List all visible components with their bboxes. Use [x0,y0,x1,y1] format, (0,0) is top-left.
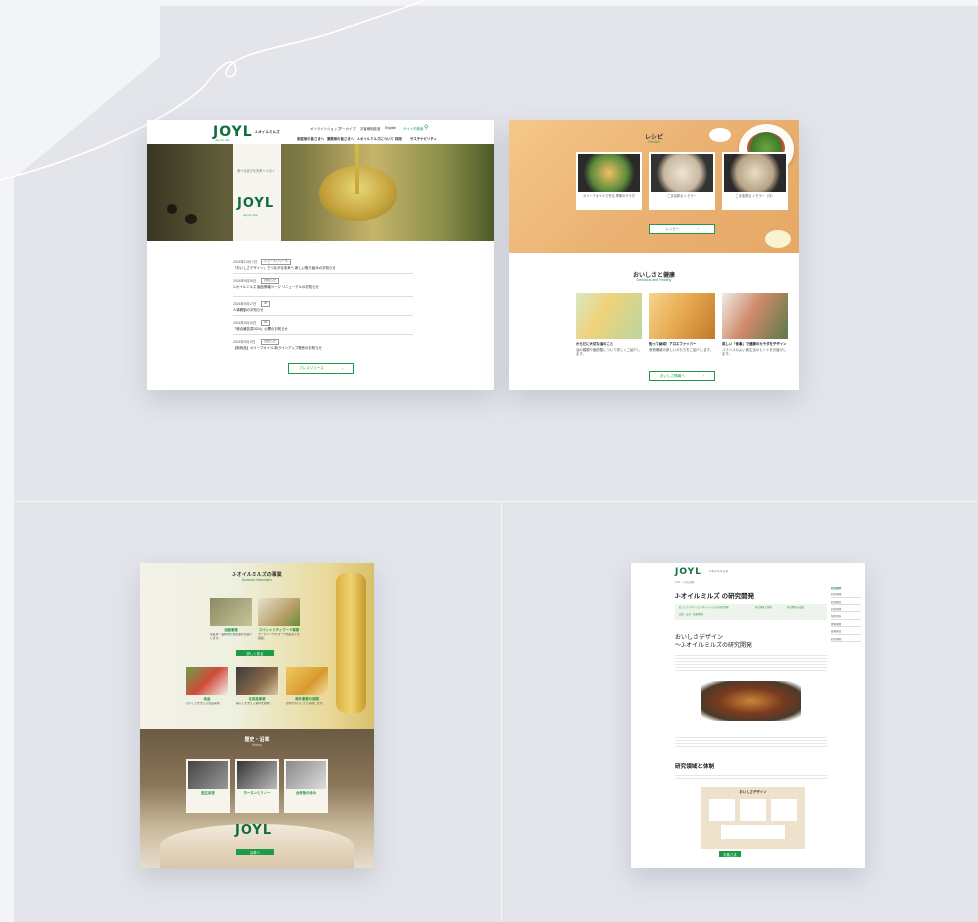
biz-image [236,667,278,695]
card-recipe-health[interactable]: レシピ Recipe オリーブオイルで作る 季節のサラダ ごま油香る レモラー … [509,120,799,390]
business-button[interactable]: 詳しく見る [236,650,274,656]
health-image-fiber [649,293,715,339]
nav-sustainability[interactable]: サステナビリティ [410,136,437,141]
biz-title[interactable]: 食品 [186,697,228,701]
tab-3[interactable]: 研究開発の成果 [787,606,804,609]
nav-customer[interactable]: お客様相談室 [360,126,380,131]
joyl-logo-small[interactable]: JOYL [675,567,702,577]
tab-1[interactable]: おいしさデザインとJ-オイルミルズの研究開発 [679,606,729,609]
hero-olive-image [147,144,494,241]
news-item[interactable]: J-オイルミルズ 製品情報ページ リニューアルのお知らせ [233,285,413,289]
history-subtitle: History [252,743,262,747]
sidebar-item[interactable]: 技術開発 [831,623,861,628]
history-card[interactable]: 合併後の歩み [284,759,328,813]
sidebar-item[interactable]: 知的財産 [831,615,861,620]
news-item[interactable]: 「おいしさデザイン」でつながる未来へ 新しい取り組みのお知らせ [233,266,413,270]
health-item-title[interactable]: 美しい「食事」で健康のカラダをデザイン [722,342,788,346]
tab-bar: おいしさデザインとJ-オイルミルズの研究開発 研究領域と体制 研究開発の成果 品… [675,604,827,620]
tab-4[interactable]: 品質・安全・技術開発 [679,613,703,616]
joyl-logo[interactable]: JOYL [213,124,253,140]
card-homepage[interactable]: JOYL Joy for Life J-オイルミルズ オンラインショップ アーカ… [147,120,494,390]
business-subtitle: Business Information [242,578,272,582]
diagram-customer-button[interactable]: お客さま [719,851,741,857]
nav-recruit[interactable]: 採用 [395,136,402,141]
history-joyl-logo: JOYL [235,823,273,838]
health-item-title[interactable]: からだに大切な油のこと [576,342,642,346]
recipe-card[interactable]: オリーブオイルで作る 季節のサラダ [576,152,642,210]
sidebar-item[interactable]: 研究領域 [831,593,861,598]
sidebar-item[interactable]: 研究体制 [831,638,861,642]
recipe-card[interactable]: ごま油香る レモラー（冷） [722,152,788,210]
nav-business[interactable]: 業務用の皆さまへ [327,136,354,141]
health-image-oil [576,293,642,339]
search-icon[interactable]: ⚲ [424,124,428,131]
news-item[interactable]: 「統合報告書2024」公開のお知らせ [233,327,413,331]
biz-image [286,667,328,695]
research-diagram: おいしさデザイン [701,787,805,849]
health-item-title[interactable]: 知って納得！アロエファイバー [649,342,715,346]
nav-english[interactable]: English [385,126,396,130]
body-text-block [675,773,827,781]
nav-about[interactable]: J-オイルミルズについて [357,136,394,141]
biz-title[interactable]: 油脂事業 [210,628,252,632]
history-card[interactable]: 創立前夜 [186,759,230,813]
history-title: 歴史・沿革 [244,737,270,743]
nav-online-shop[interactable]: オンラインショップ [310,126,341,131]
health-image-fitness [722,293,788,339]
history-button[interactable]: 沿革へ [236,849,274,855]
food-spread-image [701,681,801,721]
page-title: J-オイルミルズ の研究開発 [675,593,755,600]
biz-title[interactable]: 化成品事業 [236,697,278,701]
body-text-block [675,735,827,749]
logo-tagline: Joy for Life [215,139,230,142]
section-heading-sub: ～J-オイルミルズの研究開発 [675,643,752,649]
history-card[interactable]: ホーネンとミノー [235,759,279,813]
card-research[interactable]: JOYL J-オイルミルズ TOP ＞ 研究開発 J-オイルミルズ の研究開発 … [631,563,865,868]
business-title: J-オイルミルズの事業 [232,572,282,578]
tab-2[interactable]: 研究領域と体制 [755,606,772,609]
sidebar-menu: 研究開発 研究領域 研究拠点 研究成果 知的財産 技術開発 品質保証 研究体制 [831,587,861,645]
sidebar-item[interactable]: 研究開発 [831,587,861,590]
breadcrumb[interactable]: TOP ＞ 研究開発 [675,581,695,584]
body-text-block [675,653,827,671]
press-release-button[interactable]: プレスリリース › [288,363,354,374]
biz-image [186,667,228,695]
portfolio-canvas: JOYL Joy for Life J-オイルミルズ オンラインショップ アーカ… [0,0,978,922]
biz-image [258,598,300,626]
sidebar-item[interactable]: 品質保証 [831,630,861,635]
health-button[interactable]: おいしさ情報へ › [649,371,715,381]
nav-search[interactable]: サイト内検索 [403,126,423,131]
recipe-card[interactable]: ごま油香る レモラー [649,152,715,210]
biz-title[interactable]: 海外事業の展開 [286,697,328,701]
card-business-history[interactable]: J-オイルミルズの事業 Business Information 油脂事業 家庭… [140,563,374,868]
sidebar-item[interactable]: 研究拠点 [831,601,861,606]
recipe-button[interactable]: レシピへ › [649,224,715,234]
sidebar-item[interactable]: 研究成果 [831,608,861,613]
biz-image [210,598,252,626]
health-subtitle: Delicious and Healthy [636,278,672,282]
section2-heading: 研究領域と体制 [675,764,715,770]
hero-joyl-logo: JOYL [237,196,275,211]
biz-title[interactable]: スペシャリティフード事業 [258,628,300,632]
hero-logo-panel: 食べる喜びを未来へつなぐ JOYL Joy for Life [233,144,281,241]
recipe-subtitle: Recipe [648,140,660,144]
nav-home[interactable]: 家庭用の皆さまへ [297,136,324,141]
nav-archive[interactable]: アーカイブ [339,126,356,131]
news-item[interactable]: 【新商品】オリーブオイル 新ラインアップ発売のお知らせ [233,346,413,350]
company-name: J-オイルミルズ [255,130,280,134]
news-item[interactable]: 人事異動のお知らせ [233,308,413,312]
